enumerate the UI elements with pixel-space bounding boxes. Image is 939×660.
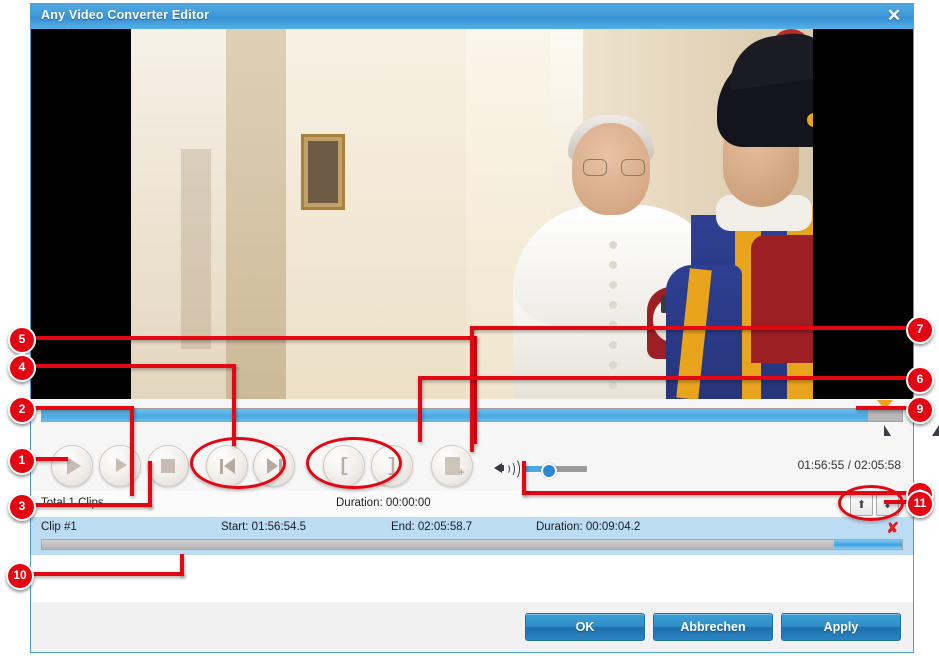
callout-line-4 [30, 364, 236, 368]
decor-wall-left [131, 29, 226, 399]
clips-header: Total 1 Clips Duration: 00:00:00 ⬆ ⬇ [31, 491, 913, 518]
figure-pope-glasses [583, 159, 645, 176]
screenshot-root: Any Video Converter Editor ✕ [] + 01:56… [0, 0, 939, 660]
apply-button[interactable]: Apply [781, 613, 901, 641]
clip-timeline-strip[interactable] [41, 539, 903, 550]
total-duration-label: Duration: 00:00:00 [336, 497, 431, 509]
callout-line-6b [418, 376, 422, 442]
delete-clip-icon[interactable]: ✘ [886, 519, 899, 537]
window-title: Any Video Converter Editor [41, 8, 210, 22]
time-display: 01:56:55 / 02:05:58 [797, 458, 901, 472]
seek-progress-fill [42, 409, 868, 421]
callout-badge-10: 10 [6, 562, 34, 590]
volume-slider[interactable] [523, 463, 587, 479]
clip-end: End: 02:05:58.7 [391, 521, 473, 533]
callout-line-4b [232, 364, 236, 446]
play-icon [52, 446, 92, 486]
volume-knob[interactable] [541, 463, 557, 479]
callout-ring-move-buttons [838, 485, 904, 521]
callout-badge-5: 5 [8, 326, 36, 354]
clip-name: Clip #1 [41, 521, 77, 533]
callout-line-2 [24, 406, 134, 410]
callout-line-6 [418, 376, 910, 380]
new-clip-icon [432, 446, 472, 486]
play-clip-icon [100, 446, 140, 486]
callout-ring-brackets [306, 437, 402, 489]
callout-badge-11: 11 [906, 490, 934, 518]
trim-start-handle-icon[interactable] [884, 425, 891, 436]
callout-line-3b [148, 461, 152, 507]
callout-line-3 [24, 503, 152, 507]
callout-line-7 [470, 326, 910, 330]
title-bar: Any Video Converter Editor ✕ [31, 4, 913, 30]
callout-line-8b [522, 461, 526, 495]
clip-selected-range [834, 540, 902, 549]
new-clip-button[interactable] [431, 445, 473, 487]
callout-badge-4: 4 [8, 354, 36, 382]
callout-badge-3: 3 [8, 493, 36, 521]
play-button[interactable] [51, 445, 93, 487]
callout-line-7b [470, 326, 474, 452]
callout-line-9 [856, 406, 910, 410]
callout-line-10 [24, 572, 184, 576]
callout-badge-2: 2 [8, 396, 36, 424]
stop-icon [148, 446, 188, 486]
decor-wall-shadow [226, 29, 286, 399]
callout-badge-6: 6 [906, 366, 934, 394]
figure-guard-red-panel [751, 235, 813, 363]
ok-button[interactable]: OK [525, 613, 645, 641]
trim-end-handle-icon[interactable] [932, 425, 939, 436]
callout-line-2b [130, 406, 134, 496]
table-row[interactable]: Clip #1 Start: 01:56:54.5 End: 02:05:58.… [31, 517, 913, 556]
callout-line-10b [180, 554, 184, 576]
decor-picture-canvas [308, 141, 338, 203]
callout-badge-9: 9 [906, 396, 934, 424]
speaker-icon[interactable] [494, 458, 520, 480]
clip-duration: Duration: 00:09:04.2 [536, 521, 641, 533]
close-icon[interactable]: ✕ [881, 5, 907, 27]
stop-button[interactable] [147, 445, 189, 487]
callout-ring-prev-next [190, 437, 286, 489]
callout-badge-7: 7 [906, 316, 934, 344]
footer-bar: OK Abbrechen Apply [31, 602, 913, 652]
callout-badge-1: 1 [8, 447, 36, 475]
callout-line-5 [30, 336, 477, 340]
decor-picture-frame [301, 134, 345, 210]
decor-wall-mid [286, 29, 466, 399]
cancel-button[interactable]: Abbrechen [653, 613, 773, 641]
play-clip-button[interactable]: [] [99, 445, 141, 487]
clip-start: Start: 01:56:54.5 [221, 521, 307, 533]
decor-door [181, 149, 211, 349]
